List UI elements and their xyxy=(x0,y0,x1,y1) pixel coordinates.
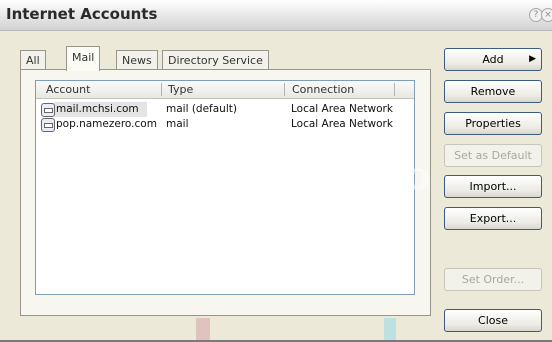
tab-news[interactable]: News xyxy=(116,50,158,70)
mail-account-icon xyxy=(41,103,55,117)
account-connection: Local Area Network xyxy=(291,103,393,115)
watermark-cyan-stripe xyxy=(384,318,396,342)
account-type: mail xyxy=(166,118,189,130)
list-header: Account Type Connection xyxy=(36,81,414,99)
tab-mail[interactable]: Mail xyxy=(66,46,101,71)
set-as-default-button[interactable]: Set as Default xyxy=(444,144,542,167)
watermark-text: DropBo xyxy=(258,153,433,198)
account-name: pop.namezero.com xyxy=(56,118,157,130)
add-button[interactable]: Add ▶ xyxy=(444,48,542,71)
column-separator[interactable] xyxy=(161,83,162,96)
import-button[interactable]: Import... xyxy=(444,175,542,198)
close-icon[interactable]: × xyxy=(541,8,552,22)
column-header-account[interactable]: Account xyxy=(46,83,90,96)
table-row[interactable]: pop.namezero.com mail Local Area Network xyxy=(36,117,414,132)
tab-directory-service[interactable]: Directory Service xyxy=(162,50,269,70)
watermark-pink-stripe xyxy=(196,318,210,342)
column-separator[interactable] xyxy=(284,83,285,96)
arrow-right-icon: ▶ xyxy=(529,54,536,64)
window-title: Internet Accounts xyxy=(6,5,158,23)
close-button[interactable]: Close xyxy=(444,309,542,332)
column-header-type[interactable]: Type xyxy=(168,83,193,96)
tab-all[interactable]: All xyxy=(20,50,46,70)
properties-button[interactable]: Properties xyxy=(444,112,542,135)
remove-button[interactable]: Remove xyxy=(444,80,542,103)
set-order-button[interactable]: Set Order... xyxy=(444,268,542,291)
account-connection: Local Area Network xyxy=(291,118,393,130)
title-bar: Internet Accounts ? × xyxy=(0,0,552,31)
account-type: mail (default) xyxy=(166,103,237,115)
account-name: mail.mchsi.com xyxy=(56,103,139,115)
column-separator[interactable] xyxy=(394,83,395,96)
export-button[interactable]: Export... xyxy=(444,207,542,230)
table-row[interactable]: mail.mchsi.com mail (default) Local Area… xyxy=(36,102,414,117)
column-header-connection[interactable]: Connection xyxy=(292,83,354,96)
mail-account-icon xyxy=(41,118,55,132)
add-label: Add xyxy=(482,53,504,66)
